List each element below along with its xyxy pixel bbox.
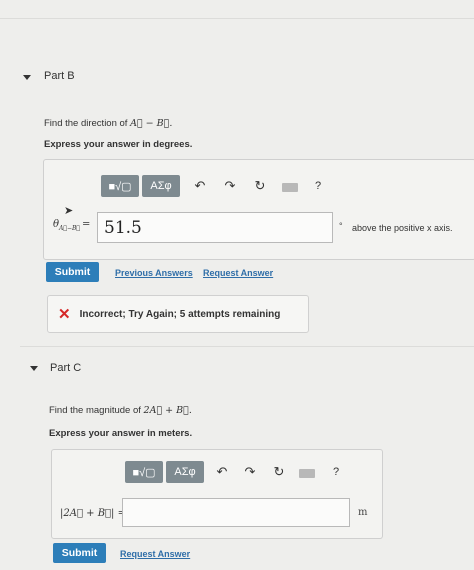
unit-meters: m xyxy=(358,507,368,518)
part-b-express: Express your answer in degrees. xyxy=(44,139,193,150)
undo-icon-c[interactable]: ↶ xyxy=(214,463,230,481)
feedback-text: Incorrect; Try Again; 5 attempts remaini… xyxy=(79,308,281,320)
unit-text: above the positive x axis. xyxy=(352,223,453,233)
part-c-submit-button[interactable]: Submit xyxy=(53,543,106,563)
part-b-submit-button[interactable]: Submit xyxy=(46,262,99,282)
request-answer-link-b[interactable]: Request Answer xyxy=(203,268,273,278)
part-b-prompt: Find the direction of A⃗ − B⃗. xyxy=(44,118,173,129)
answer-label-theta: θA⃗−B⃗ = xyxy=(53,219,91,232)
degree-symbol: ° xyxy=(339,221,343,231)
collapse-caret-icon[interactable] xyxy=(23,75,31,80)
section-divider xyxy=(20,346,474,347)
redo-icon[interactable]: ↷ xyxy=(222,177,238,195)
direction-answer-input[interactable]: 51.5 xyxy=(97,212,333,243)
collapse-caret-icon-c[interactable] xyxy=(30,366,38,371)
top-divider xyxy=(0,18,474,19)
reset-icon[interactable]: ↻ xyxy=(252,177,268,195)
keyboard-icon[interactable] xyxy=(282,183,298,192)
magnitude-label: |2A⃗ + B⃗| = xyxy=(60,508,126,519)
part-c-express: Express your answer in meters. xyxy=(49,428,193,439)
request-answer-link-c[interactable]: Request Answer xyxy=(120,549,190,559)
undo-icon[interactable]: ↶ xyxy=(192,177,208,195)
magnitude-answer-input[interactable] xyxy=(122,498,350,527)
part-c-prompt: Find the magnitude of 2A⃗ + B⃗. xyxy=(49,405,192,416)
redo-icon-c[interactable]: ↷ xyxy=(242,463,258,481)
mouse-cursor-icon: ➤ xyxy=(64,205,74,217)
help-icon-c[interactable]: ? xyxy=(329,463,343,481)
help-icon[interactable]: ? xyxy=(311,177,325,195)
error-x-icon: ✕ xyxy=(58,306,71,323)
templates-button[interactable]: ■√▢ xyxy=(101,175,139,197)
part-c-title[interactable]: Part C xyxy=(50,362,81,374)
reset-icon-c[interactable]: ↻ xyxy=(271,463,287,481)
symbols-button-c[interactable]: ΑΣφ xyxy=(166,461,204,483)
symbols-button[interactable]: ΑΣφ xyxy=(142,175,180,197)
incorrect-feedback-box: ✕ Incorrect; Try Again; 5 attempts remai… xyxy=(47,295,309,333)
part-b-title[interactable]: Part B xyxy=(44,70,75,82)
keyboard-icon-c[interactable] xyxy=(299,469,315,478)
previous-answers-link[interactable]: Previous Answers xyxy=(115,268,193,278)
templates-button-c[interactable]: ■√▢ xyxy=(125,461,163,483)
